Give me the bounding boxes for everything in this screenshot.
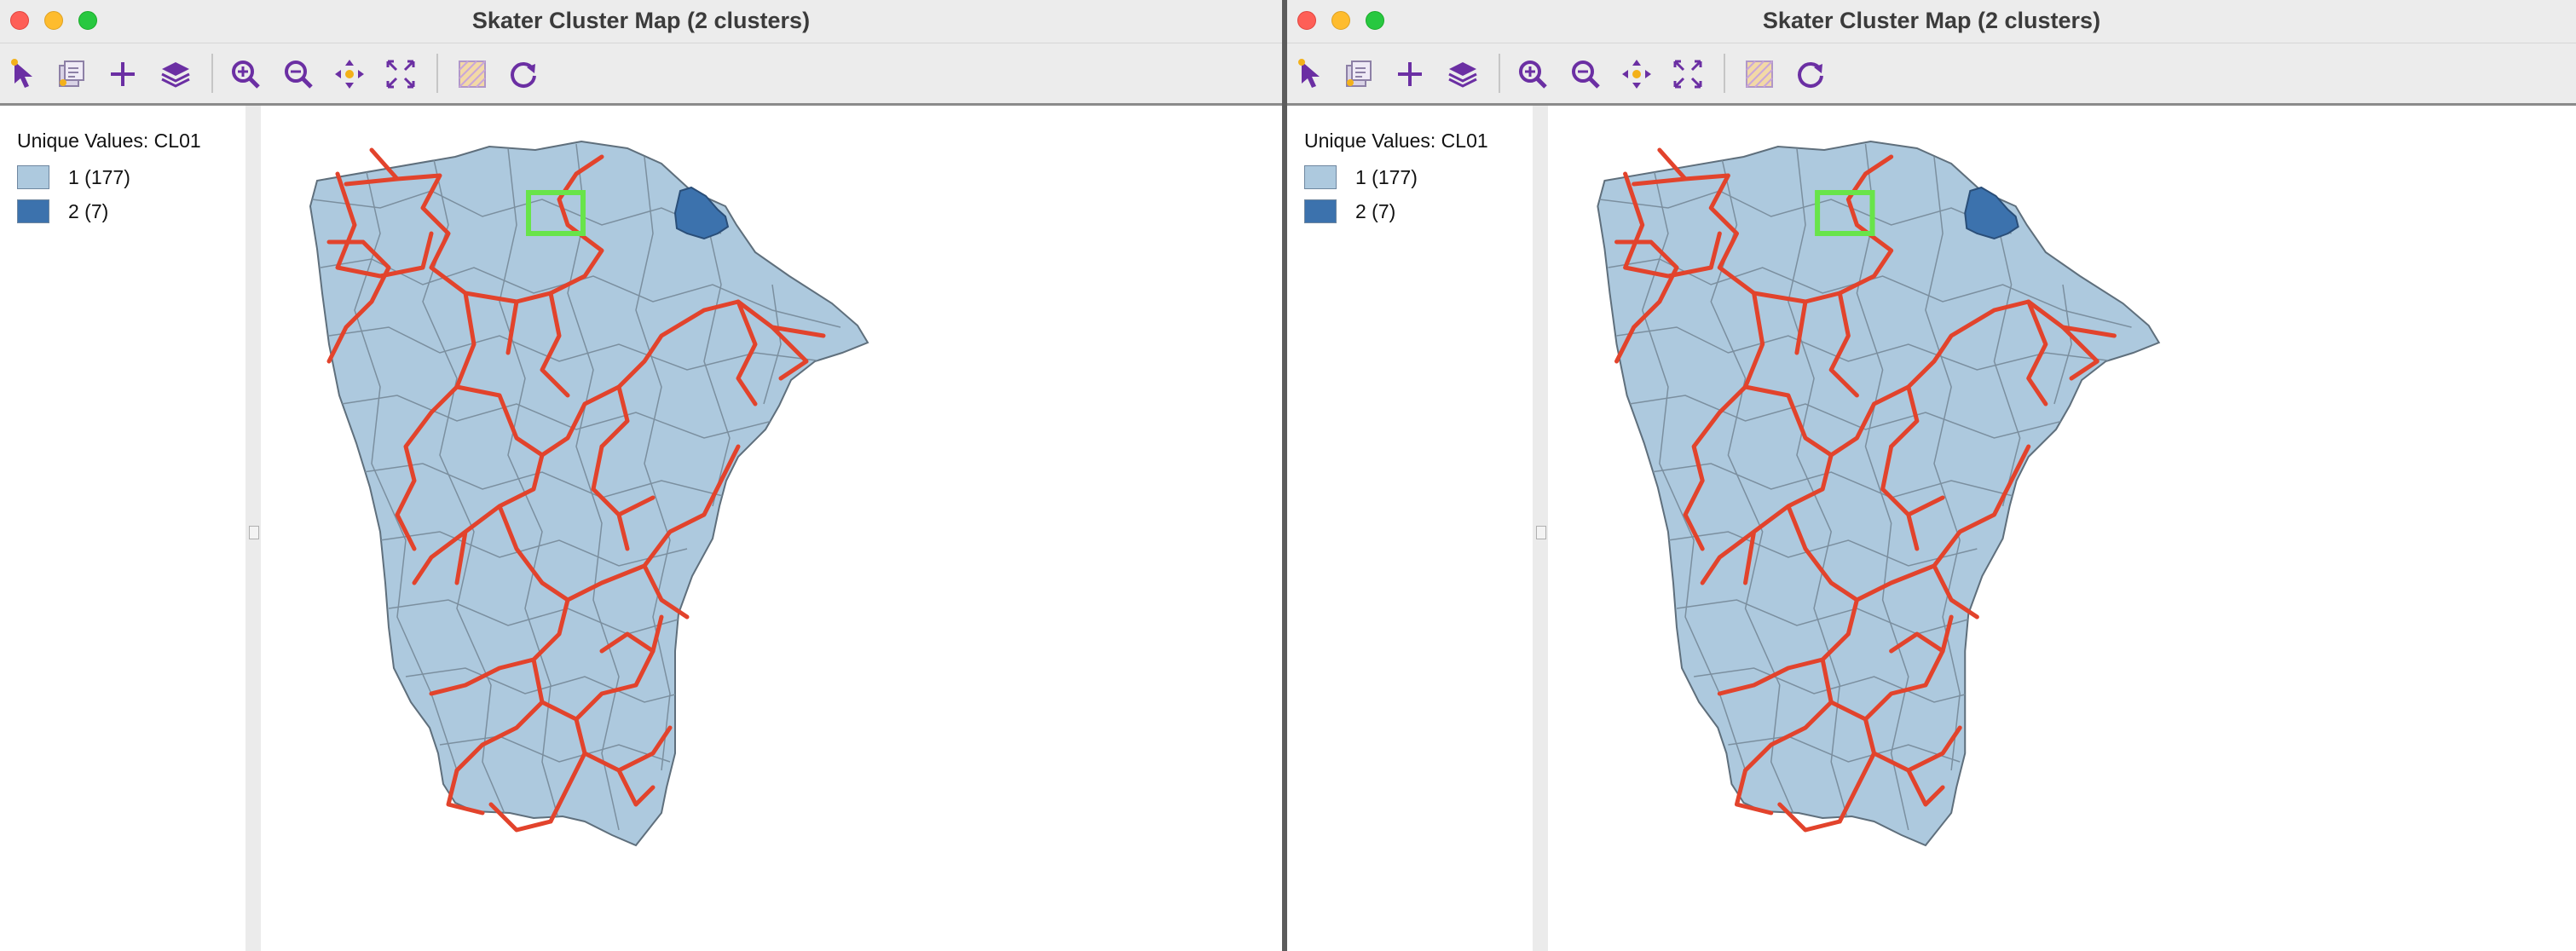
zoom-in-icon <box>232 61 260 89</box>
layer-select-icon <box>1346 61 1372 87</box>
map-canvas[interactable] <box>261 106 1282 951</box>
legend-title: Unique Values: CL01 <box>1304 130 1488 152</box>
zoom-in-button[interactable] <box>227 55 264 93</box>
legend-label: 1 (177) <box>68 165 130 188</box>
map-toolbar <box>0 43 1282 106</box>
splitter-handle[interactable] <box>249 526 259 539</box>
legend-title: Unique Values: CL01 <box>17 130 201 152</box>
legend-swatch <box>1304 199 1337 223</box>
add-layer-button[interactable] <box>104 55 142 93</box>
refresh-button[interactable] <box>505 55 542 93</box>
cluster-map <box>1597 140 2161 847</box>
legend-label: 2 (7) <box>1355 199 1396 222</box>
legend-item-cluster-1[interactable]: 1 (177) <box>17 164 130 191</box>
pan-button[interactable] <box>1618 55 1655 93</box>
map-window-left: Skater Cluster Map (2 clusters) Unique V… <box>0 0 1282 951</box>
zoom-out-button[interactable] <box>280 55 317 93</box>
cluster-2-region <box>673 186 730 240</box>
pan-icon <box>335 60 364 89</box>
add-icon <box>1398 62 1422 86</box>
map-toolbar <box>1287 43 2576 106</box>
basemap-icon <box>459 61 486 88</box>
legend-label: 1 (177) <box>1355 165 1418 188</box>
legend-label: 2 (7) <box>68 199 109 222</box>
basemap-button[interactable] <box>1741 55 1778 93</box>
legend-item-cluster-1[interactable]: 1 (177) <box>1304 164 1418 191</box>
layers-button[interactable] <box>1444 55 1481 93</box>
map-canvas[interactable] <box>1548 106 2576 951</box>
refresh-icon <box>1798 62 1823 88</box>
splitter-handle[interactable] <box>1536 526 1546 539</box>
legend-item-cluster-2[interactable]: 2 (7) <box>1304 198 1395 225</box>
legend-panel: Unique Values: CL01 1 (177) 2 (7) <box>0 106 261 951</box>
zoom-in-icon <box>1519 61 1547 89</box>
legend-panel: Unique Values: CL01 1 (177) 2 (7) <box>1287 106 1548 951</box>
add-icon <box>111 62 135 86</box>
toolbar-separator <box>1499 54 1500 93</box>
select-tool-button[interactable] <box>1292 55 1330 93</box>
toolbar-separator <box>1724 54 1725 93</box>
title-bar[interactable]: Skater Cluster Map (2 clusters) <box>0 0 1282 43</box>
pan-button[interactable] <box>331 55 368 93</box>
zoom-out-icon <box>285 61 313 89</box>
state-outline <box>309 140 869 847</box>
map-window-right: Skater Cluster Map (2 clusters) Unique V… <box>1287 0 2576 951</box>
zoom-out-button[interactable] <box>1567 55 1604 93</box>
layers-icon <box>1448 62 1477 88</box>
state-outline <box>1597 140 2161 847</box>
toolbar-separator <box>436 54 438 93</box>
select-icon <box>1298 59 1320 88</box>
select-tool-button[interactable] <box>5 55 43 93</box>
cluster-map <box>309 140 869 847</box>
basemap-button[interactable] <box>453 55 491 93</box>
legend-item-cluster-2[interactable]: 2 (7) <box>17 198 108 225</box>
fit-extent-icon <box>386 60 415 89</box>
window-title: Skater Cluster Map (2 clusters) <box>1762 8 2101 33</box>
legend-swatch <box>1304 165 1337 189</box>
legend-swatch <box>17 199 49 223</box>
select-layer-button[interactable] <box>1340 55 1378 93</box>
add-layer-button[interactable] <box>1391 55 1429 93</box>
fit-extent-icon <box>1673 60 1702 89</box>
zoom-in-button[interactable] <box>1514 55 1551 93</box>
title-bar[interactable]: Skater Cluster Map (2 clusters) <box>1287 0 2576 43</box>
refresh-button[interactable] <box>1792 55 1829 93</box>
window-title: Skater Cluster Map (2 clusters) <box>471 8 811 33</box>
cluster-2-region <box>1964 186 2019 240</box>
toolbar-separator <box>211 54 213 93</box>
layer-select-icon <box>59 61 84 87</box>
legend-swatch <box>17 165 49 189</box>
fit-extent-button[interactable] <box>1669 55 1707 93</box>
basemap-icon <box>1746 61 1773 88</box>
layers-button[interactable] <box>157 55 194 93</box>
fit-extent-button[interactable] <box>382 55 419 93</box>
refresh-icon <box>511 62 536 88</box>
pan-icon <box>1622 60 1651 89</box>
select-icon <box>11 59 32 88</box>
zoom-out-icon <box>1572 61 1600 89</box>
select-layer-button[interactable] <box>53 55 90 93</box>
layers-icon <box>161 62 190 88</box>
